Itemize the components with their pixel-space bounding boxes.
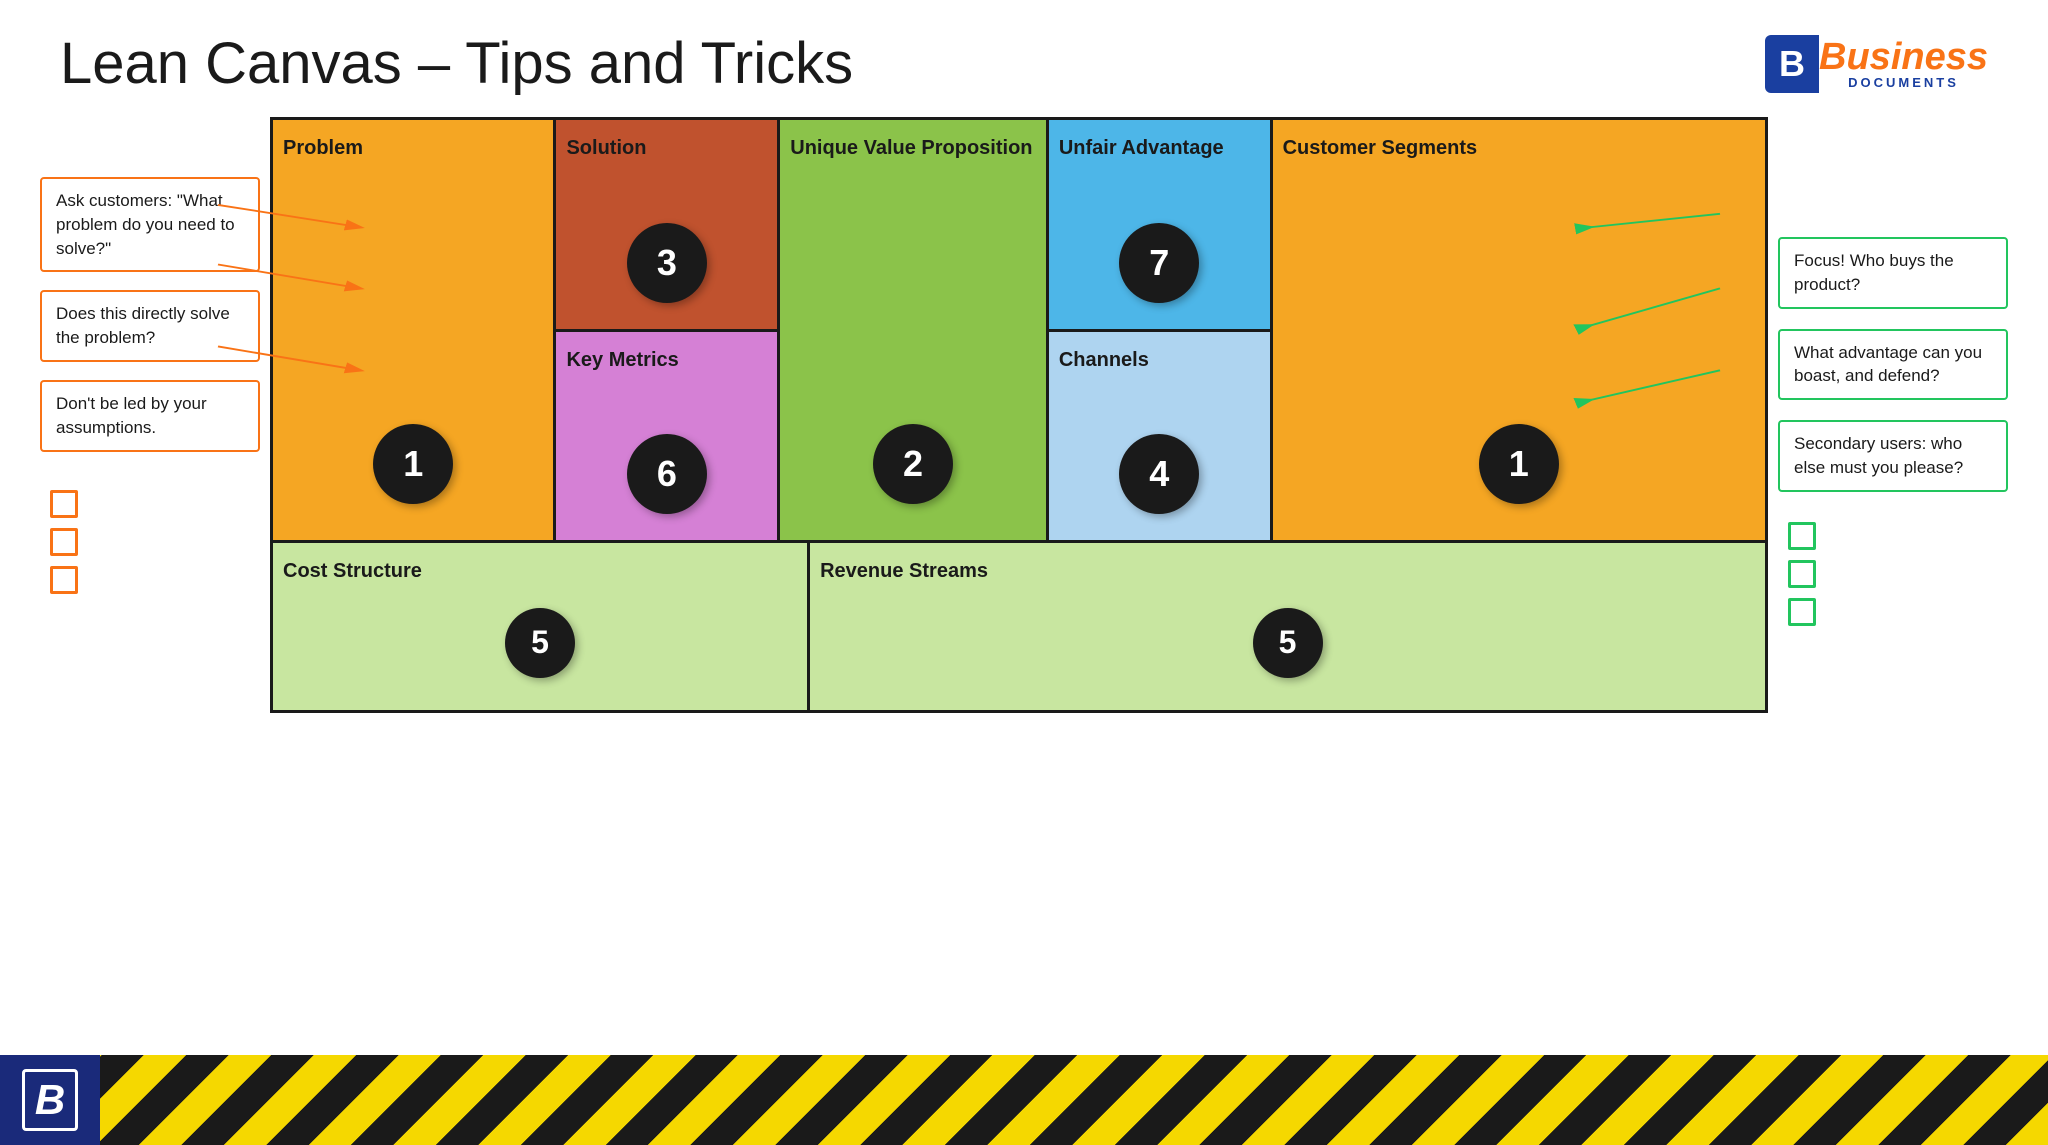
cell-channels: Channels 4: [1049, 332, 1270, 541]
right-annotation-2: What advantage can you boast, and defend…: [1778, 329, 2008, 401]
channels-label: Channels: [1059, 348, 1149, 372]
lean-canvas: Problem 1 Solution 3 Key Metrics 6 Uniqu…: [270, 117, 1768, 713]
key-metrics-label: Key Metrics: [566, 348, 678, 372]
cell-unfair: Unfair Advantage 7: [1049, 120, 1270, 332]
left-checkboxes: [40, 490, 260, 594]
logo-icon: B: [1765, 35, 1819, 93]
bottom-bar: B: [0, 1055, 2048, 1145]
bottom-bar-logo: B: [0, 1055, 100, 1145]
cell-key-metrics: Key Metrics 6: [556, 332, 777, 541]
left-annotation-2: Does this directly solve the problem?: [40, 290, 260, 362]
logo-documents: DOCUMENTS: [1819, 76, 1988, 89]
cell-segments: Customer Segments 1: [1273, 120, 1765, 540]
unfair-label: Unfair Advantage: [1059, 136, 1224, 160]
cell-problem: Problem 1: [273, 120, 556, 540]
cell-solution-metrics: Solution 3 Key Metrics 6: [556, 120, 780, 540]
canvas-top-row: Problem 1 Solution 3 Key Metrics 6 Uniqu…: [273, 120, 1765, 540]
cell-uvp: Unique Value Proposition 2: [780, 120, 1049, 540]
right-annotation-3: Secondary users: who else must you pleas…: [1778, 420, 2008, 492]
right-annotations: Focus! Who buys the product? What advant…: [1778, 117, 2008, 713]
solution-number: 3: [627, 223, 707, 303]
main-content: Ask customers: "What problem do you need…: [0, 117, 2048, 713]
cell-cost: Cost Structure 5: [273, 543, 810, 710]
cell-unfair-channels: Unfair Advantage 7 Channels 4: [1049, 120, 1273, 540]
problem-label: Problem: [283, 136, 363, 160]
right-checkbox-2[interactable]: [1788, 560, 1816, 588]
logo: B Business DOCUMENTS: [1765, 35, 1988, 93]
logo-business: Business: [1819, 38, 1988, 76]
left-checkbox-1[interactable]: [50, 490, 78, 518]
segments-number: 1: [1479, 424, 1559, 504]
left-checkbox-3[interactable]: [50, 566, 78, 594]
left-annotation-1: Ask customers: "What problem do you need…: [40, 177, 260, 272]
right-annotation-1: Focus! Who buys the product?: [1778, 237, 2008, 309]
problem-number: 1: [373, 424, 453, 504]
right-checkbox-3[interactable]: [1788, 598, 1816, 626]
logo-text: Business DOCUMENTS: [1819, 38, 1988, 89]
bottom-stripes: [100, 1055, 2048, 1145]
header: Lean Canvas – Tips and Tricks B Business…: [0, 0, 2048, 117]
left-annotations: Ask customers: "What problem do you need…: [40, 117, 260, 713]
unfair-number: 7: [1119, 223, 1199, 303]
revenue-number: 5: [1253, 608, 1323, 678]
solution-label: Solution: [566, 136, 646, 160]
segments-label: Customer Segments: [1283, 136, 1478, 160]
right-checkbox-1[interactable]: [1788, 522, 1816, 550]
left-annotation-3: Don't be led by your assumptions.: [40, 380, 260, 452]
page-title: Lean Canvas – Tips and Tricks: [60, 30, 853, 97]
cost-number: 5: [505, 608, 575, 678]
canvas-bottom-row: Cost Structure 5 Revenue Streams 5: [273, 540, 1765, 710]
channels-number: 4: [1119, 434, 1199, 514]
bottom-logo-letter: B: [22, 1069, 78, 1131]
cell-revenue: Revenue Streams 5: [810, 543, 1765, 710]
right-checkboxes: [1778, 522, 2008, 626]
cost-label: Cost Structure: [283, 559, 422, 583]
uvp-number: 2: [873, 424, 953, 504]
revenue-label: Revenue Streams: [820, 559, 988, 583]
stripe-pattern: [100, 1055, 2048, 1145]
cell-solution: Solution 3: [556, 120, 777, 332]
key-metrics-number: 6: [627, 434, 707, 514]
uvp-label: Unique Value Proposition: [790, 136, 1032, 160]
left-checkbox-2[interactable]: [50, 528, 78, 556]
